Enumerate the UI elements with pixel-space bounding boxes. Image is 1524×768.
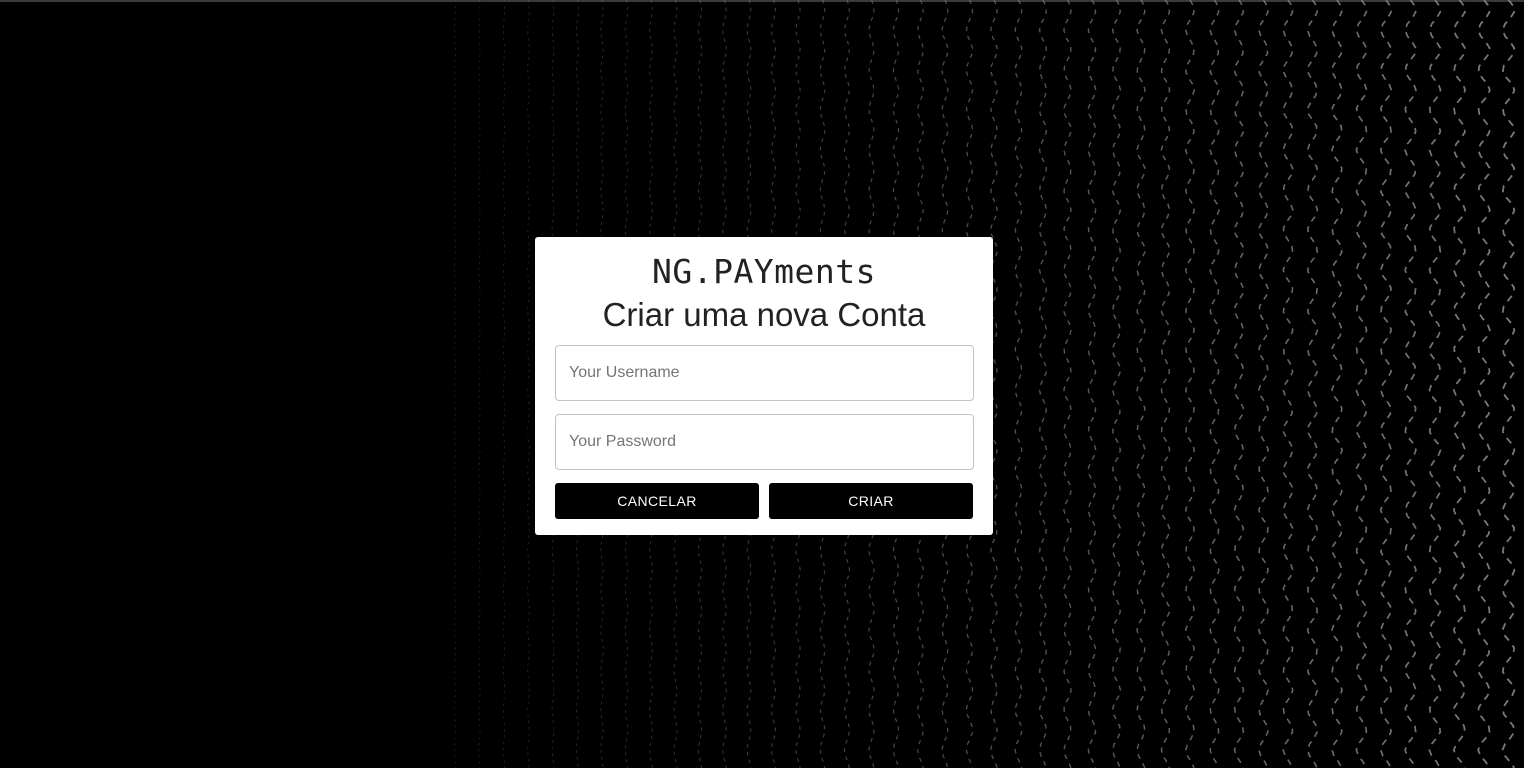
wavy-line — [1233, 0, 1245, 768]
wavy-line — [454, 0, 456, 768]
page: NG.PAYments Criar uma nova Conta CANCELA… — [0, 0, 1524, 768]
password-input[interactable] — [555, 414, 974, 470]
wavy-line — [478, 0, 481, 768]
cancel-button[interactable]: CANCELAR — [555, 483, 759, 519]
wavy-line — [1379, 0, 1393, 768]
wavy-line — [527, 0, 530, 768]
wavy-line — [1184, 0, 1196, 768]
create-account-button[interactable]: CRIAR — [769, 483, 973, 519]
wavy-line — [1209, 0, 1220, 768]
wavy-line — [1477, 0, 1491, 768]
form-actions: CANCELAR CRIAR — [555, 483, 973, 519]
wavy-line — [1111, 0, 1122, 768]
signup-card: NG.PAYments Criar uma nova Conta CANCELA… — [535, 237, 993, 535]
wavy-line — [1014, 0, 1023, 768]
username-input[interactable] — [555, 345, 974, 401]
wavy-line — [1160, 0, 1171, 768]
brand-title: NG.PAYments — [651, 252, 877, 291]
wavy-line — [1404, 0, 1417, 768]
wavy-line — [1428, 0, 1442, 768]
wavy-line — [1063, 0, 1072, 768]
wavy-line — [1258, 0, 1269, 768]
page-title: Criar uma nova Conta — [602, 296, 926, 333]
wavy-line — [1282, 0, 1294, 768]
wavy-line — [1136, 0, 1146, 768]
wavy-line — [1355, 0, 1368, 768]
wavy-line — [1306, 0, 1319, 768]
wavy-line — [1452, 0, 1467, 768]
wavy-line — [1501, 0, 1516, 768]
wavy-line — [502, 0, 506, 768]
wavy-line — [1038, 0, 1048, 768]
wavy-line — [1087, 0, 1097, 768]
wavy-line — [1331, 0, 1343, 768]
